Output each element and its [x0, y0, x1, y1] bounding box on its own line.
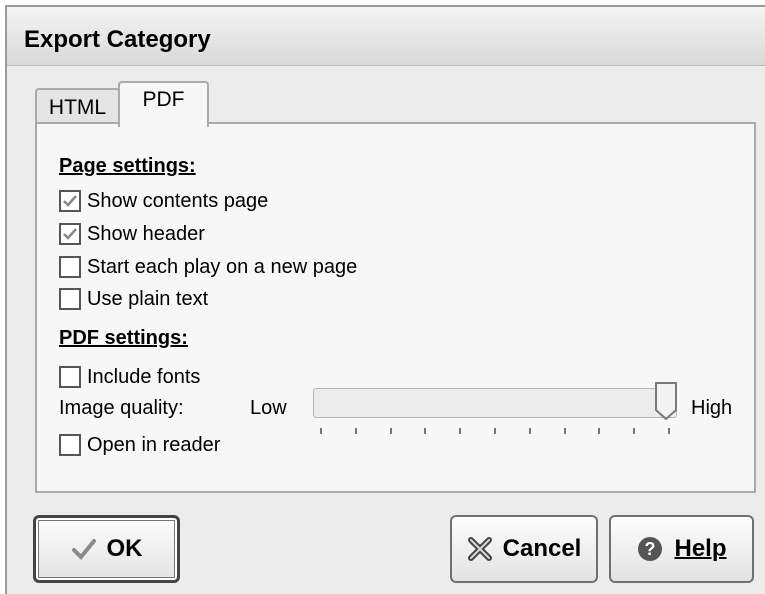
slider-tick: [459, 428, 462, 434]
show-header-label: Show header: [87, 222, 205, 245]
slider-ticks: [320, 428, 680, 438]
page-settings-heading: Page settings:: [59, 155, 196, 177]
slider-tick: [668, 428, 670, 434]
show-contents-page-option[interactable]: Show contents page: [59, 188, 268, 214]
show-contents-page-label: Show contents page: [87, 189, 269, 212]
ok-button[interactable]: OK: [33, 515, 180, 583]
open-in-reader-checkbox[interactable]: [59, 434, 81, 456]
start-each-play-checkbox[interactable]: [59, 256, 81, 278]
slider-low-label: Low: [250, 397, 287, 419]
slider-thumb[interactable]: [655, 382, 677, 420]
image-quality-label: Image quality:: [59, 397, 184, 419]
start-each-play-label: Start each play on a new page: [87, 255, 358, 278]
open-in-reader-option[interactable]: Open in reader: [59, 432, 220, 458]
use-plain-text-checkbox[interactable]: [59, 288, 81, 310]
pdf-tab-panel: Page settings: Show contents page Show h…: [35, 122, 756, 493]
question-icon: ?: [638, 537, 663, 561]
slider-tick: [528, 428, 531, 434]
slider-tick: [633, 428, 636, 434]
start-each-play-option[interactable]: Start each play on a new page: [59, 254, 357, 280]
checkmark-icon: [63, 228, 77, 240]
image-quality-slider[interactable]: [313, 388, 677, 418]
use-plain-text-option[interactable]: Use plain text: [59, 286, 208, 312]
include-fonts-label: Include fonts: [87, 365, 201, 388]
slider-tick: [389, 428, 392, 434]
checkmark-icon: [71, 539, 96, 560]
slider-tick: [320, 428, 322, 434]
include-fonts-checkbox[interactable]: [59, 366, 81, 388]
help-label: Help: [674, 535, 727, 562]
cancel-label: Cancel: [502, 535, 582, 562]
ok-label: OK: [106, 535, 143, 562]
slider-tick: [598, 428, 601, 434]
tab-html[interactable]: HTML: [35, 88, 120, 124]
show-header-option[interactable]: Show header: [59, 221, 205, 247]
export-category-dialog: Export Category HTML PDF Page settings: …: [5, 5, 765, 594]
open-in-reader-label: Open in reader: [87, 433, 221, 456]
svg-text:?: ?: [645, 539, 656, 559]
x-cross-icon: [467, 537, 492, 561]
help-button[interactable]: ? Help: [609, 515, 754, 583]
dialog-title: Export Category: [24, 26, 211, 53]
pdf-settings-heading: PDF settings:: [59, 327, 188, 349]
slider-tick: [354, 428, 357, 434]
include-fonts-option[interactable]: Include fonts: [59, 364, 200, 390]
use-plain-text-label: Use plain text: [87, 287, 209, 310]
slider-tick: [424, 428, 427, 434]
checkmark-icon: [63, 195, 77, 207]
title-bar[interactable]: Export Category: [7, 7, 765, 66]
show-contents-page-checkbox[interactable]: [59, 190, 81, 212]
slider-tick: [494, 428, 496, 434]
slider-tick: [563, 428, 566, 434]
show-header-checkbox[interactable]: [59, 223, 81, 245]
slider-high-label: High: [691, 397, 733, 419]
tab-pdf[interactable]: PDF: [118, 81, 209, 127]
cancel-button[interactable]: Cancel: [450, 515, 598, 583]
